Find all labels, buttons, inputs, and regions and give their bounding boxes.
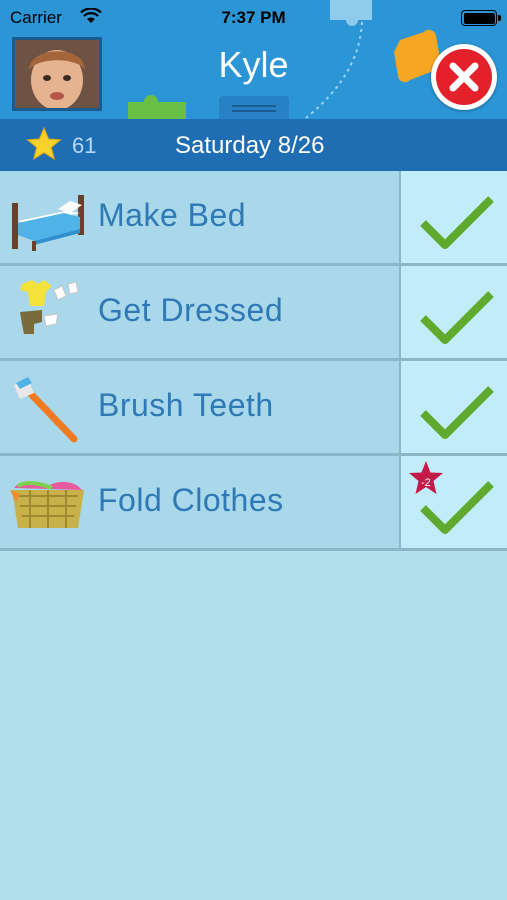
task-row[interactable]: Fold Clothes -2 <box>0 456 507 551</box>
task-row[interactable]: Make Bed <box>0 171 507 266</box>
stars-count: 61 <box>72 133 97 158</box>
close-button[interactable] <box>431 44 497 110</box>
bed-icon <box>12 195 84 251</box>
battery-icon <box>461 10 501 26</box>
task-label: Get Dressed <box>98 292 284 328</box>
penalty-badge: -2 <box>407 460 445 501</box>
status-time: 7:37 PM <box>221 8 286 27</box>
date-label: Saturday 8/26 <box>175 132 325 159</box>
toothbrush-icon <box>14 377 78 443</box>
task-check-cell[interactable] <box>401 361 507 454</box>
status-bar: Carrier 7:37 PM <box>0 0 507 34</box>
task-label: Brush Teeth <box>98 387 274 423</box>
task-label: Make Bed <box>98 197 247 233</box>
task-main[interactable]: Fold Clothes <box>0 456 399 549</box>
checkmark-icon <box>420 196 494 249</box>
penalty-value: -2 <box>421 477 431 489</box>
close-icon <box>436 49 492 105</box>
drawer-handle[interactable] <box>219 96 289 119</box>
task-check-cell[interactable]: -2 <box>401 456 507 549</box>
checkmark-icon <box>420 291 494 344</box>
task-row[interactable]: Get Dressed <box>0 266 507 361</box>
header: Carrier 7:37 PM Kyle <box>0 0 507 119</box>
checkmark-icon <box>420 386 494 439</box>
puzzle-decoration-icon <box>128 95 186 119</box>
task-main[interactable]: Make Bed <box>0 171 399 264</box>
clothes-icon <box>20 280 79 334</box>
task-label: Fold Clothes <box>98 482 284 518</box>
laundry-basket-icon <box>10 480 84 528</box>
star-icon <box>26 127 62 161</box>
task-main[interactable]: Get Dressed <box>0 266 399 359</box>
task-main[interactable]: Brush Teeth <box>0 361 399 454</box>
stats-bar: 61 Saturday 8/26 <box>0 119 507 171</box>
task-check-cell[interactable] <box>401 266 507 359</box>
task-row[interactable]: Brush Teeth <box>0 361 507 456</box>
task-check-cell[interactable] <box>401 171 507 264</box>
